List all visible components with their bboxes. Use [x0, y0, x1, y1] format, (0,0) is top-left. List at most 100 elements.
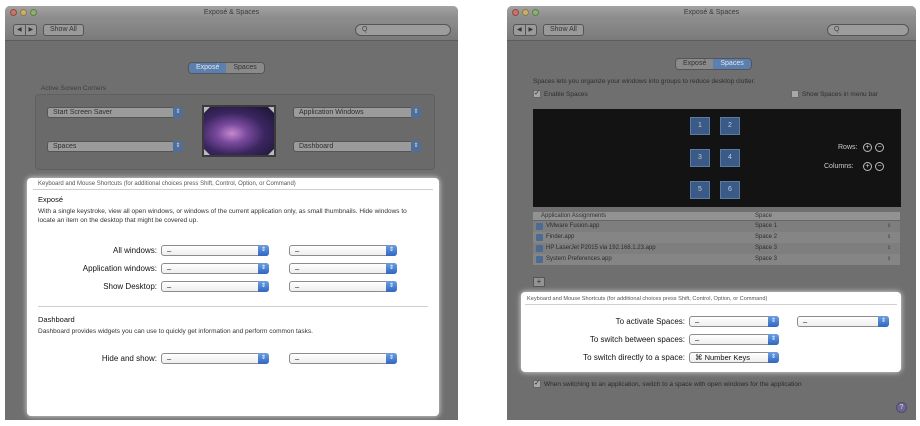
shortcuts-panel: Keyboard and Mouse Shortcuts (for additi… [27, 178, 439, 416]
app-column-header[interactable]: Application Assignments [541, 212, 606, 221]
forward-icon[interactable]: ▶ [24, 25, 37, 35]
expose-section-title: Exposé [38, 195, 64, 204]
space-tile[interactable]: 3 [690, 149, 710, 167]
popup-arrows-icon: ⇕ [386, 245, 397, 256]
application-windows-label: Application windows: [82, 264, 157, 273]
popup-arrows-icon: ⇕ [386, 281, 397, 292]
stepper-icon[interactable]: ⇕ [887, 232, 891, 243]
tab-spaces[interactable]: Spaces [226, 63, 264, 73]
close-icon[interactable] [512, 9, 519, 16]
divider [525, 304, 897, 305]
switch-directly-popup[interactable]: ⌘ Number Keys ⇕ [689, 352, 779, 363]
space-assignment[interactable]: Space 3 [755, 243, 777, 254]
forward-icon[interactable]: ▶ [524, 25, 537, 35]
enable-spaces-label: Enable Spaces [544, 91, 588, 98]
hide-and-show-key-popup[interactable]: – ⇕ [161, 353, 269, 364]
space-assignment[interactable]: Space 3 [755, 254, 777, 265]
table-row[interactable]: Finder.app Space 2 ⇕ [533, 232, 900, 243]
space-tile[interactable]: 4 [720, 149, 740, 167]
corner-top-left-popup[interactable]: Start Screen Saver ⇕ [47, 107, 183, 118]
show-in-menu-bar-checkbox[interactable] [791, 90, 799, 98]
corner-top-right-popup[interactable]: Application Windows ⇕ [293, 107, 421, 118]
shortcuts-header: Keyboard and Mouse Shortcuts (for additi… [38, 181, 296, 187]
window-controls [512, 9, 539, 16]
back-icon[interactable]: ◀ [514, 25, 525, 35]
tab-expose[interactable]: Exposé [676, 59, 714, 69]
space-assignment[interactable]: Space 1 [755, 221, 777, 232]
table-row[interactable]: VMware Fusion.app Space 1 ⇕ [533, 221, 900, 232]
switch-between-spaces-label: To switch between spaces: [589, 335, 685, 344]
space-column-header[interactable]: Space [755, 212, 772, 221]
back-forward-buttons[interactable]: ◀ ▶ [513, 24, 537, 36]
popup-arrows-icon: ⇕ [386, 353, 397, 364]
corner-bottom-left-popup[interactable]: Spaces ⇕ [47, 141, 183, 152]
all-windows-key-popup[interactable]: – ⇕ [161, 245, 269, 256]
window-title: Exposé & Spaces [683, 9, 740, 16]
show-in-menu-bar-label: Show Spaces in menu bar [802, 91, 878, 98]
stepper-icon[interactable]: ⇕ [887, 254, 891, 265]
space-tile[interactable]: 2 [720, 117, 740, 135]
popup-arrows-icon: ⇕ [768, 334, 779, 345]
zoom-icon[interactable] [532, 9, 539, 16]
activate-spaces-label: To activate Spaces: [615, 317, 685, 326]
all-windows-mouse-popup[interactable]: – ⇕ [289, 245, 397, 256]
app-name: VMware Fusion.app [546, 223, 600, 229]
toolbar: ◀ ▶ Show All Q [5, 19, 458, 41]
divider [33, 189, 433, 190]
activate-spaces-mouse-popup[interactable]: – ⇕ [797, 316, 889, 327]
space-tile[interactable]: 5 [690, 181, 710, 199]
show-all-button[interactable]: Show All [543, 24, 584, 36]
corner-marker-icon [204, 107, 210, 113]
show-desktop-mouse-popup[interactable]: – ⇕ [289, 281, 397, 292]
switch-option-checkbox[interactable]: ✓ [533, 380, 541, 388]
table-row[interactable]: HP LaserJet P2015 via 192.168.1.23.app S… [533, 243, 900, 254]
application-assignments-table: Application Assignments Space VMware Fus… [533, 212, 900, 265]
search-field[interactable]: Q [827, 24, 909, 36]
enable-spaces-checkbox[interactable]: ✓ [533, 90, 541, 98]
switch-between-spaces-popup[interactable]: – ⇕ [689, 334, 779, 345]
space-tile[interactable]: 1 [690, 117, 710, 135]
hide-and-show-mouse-popup[interactable]: – ⇕ [289, 353, 397, 364]
popup-value: – [695, 317, 700, 326]
back-icon[interactable]: ◀ [14, 25, 25, 35]
stepper-icon[interactable]: ⇕ [887, 243, 891, 254]
minimize-icon[interactable] [522, 9, 529, 16]
popup-arrows-icon: ⇕ [258, 263, 269, 274]
corner-bottom-right-popup[interactable]: Dashboard ⇕ [293, 141, 421, 152]
popup-arrows-icon: ⇕ [258, 281, 269, 292]
active-screen-corners-label: Active Screen Corners [41, 85, 107, 92]
spaces-intro: Spaces lets you organize your windows in… [533, 78, 756, 85]
window-controls [10, 9, 37, 16]
rows-remove-button[interactable]: − [875, 143, 884, 152]
back-forward-buttons[interactable]: ◀ ▶ [13, 24, 37, 36]
popup-arrows-icon: ⇕ [768, 352, 779, 363]
tab-spaces[interactable]: Spaces [713, 59, 751, 69]
corner-marker-icon [268, 149, 274, 155]
help-button[interactable]: ? [896, 402, 907, 413]
space-tile[interactable]: 6 [720, 181, 740, 199]
table-row[interactable]: System Preferences.app Space 3 ⇕ [533, 254, 900, 265]
minimize-icon[interactable] [20, 9, 27, 16]
spaces-grid-preview: 1 2 3 4 5 6 Rows: + − Columns: + − [533, 109, 901, 207]
close-icon[interactable] [10, 9, 17, 16]
tab-expose[interactable]: Exposé [189, 63, 227, 73]
application-windows-key-popup[interactable]: – ⇕ [161, 263, 269, 274]
zoom-icon[interactable] [30, 9, 37, 16]
hide-and-show-label: Hide and show: [101, 354, 157, 363]
add-assignment-button[interactable]: + [533, 277, 545, 287]
space-assignment[interactable]: Space 2 [755, 232, 777, 243]
show-desktop-key-popup[interactable]: – ⇕ [161, 281, 269, 292]
application-windows-mouse-popup[interactable]: – ⇕ [289, 263, 397, 274]
columns-remove-button[interactable]: − [875, 162, 884, 171]
window-title: Exposé & Spaces [203, 9, 260, 16]
activate-spaces-key-popup[interactable]: – ⇕ [689, 316, 779, 327]
stepper-icon[interactable]: ⇕ [887, 221, 891, 232]
search-field[interactable]: Q [355, 24, 451, 36]
popup-arrows-icon: ⇕ [258, 353, 269, 364]
columns-add-button[interactable]: + [863, 162, 872, 171]
popup-arrows-icon: ⇕ [768, 316, 779, 327]
rows-add-button[interactable]: + [863, 143, 872, 152]
show-all-button[interactable]: Show All [43, 24, 84, 36]
popup-arrows-icon: ⇕ [411, 107, 421, 118]
spaces-preferences-window: Exposé & Spaces ◀ ▶ Show All Q Exposé Spa… [507, 6, 916, 420]
